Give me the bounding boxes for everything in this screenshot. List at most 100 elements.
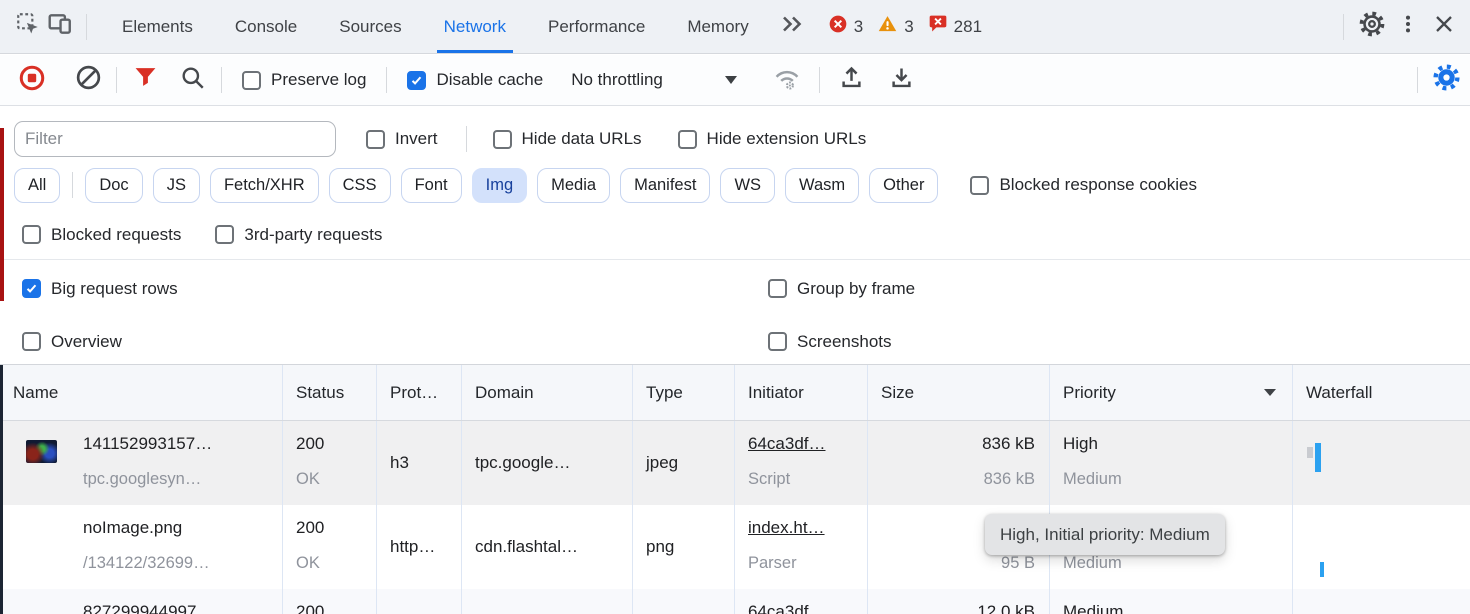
checkbox-unchecked	[678, 130, 697, 149]
errors-count: 3	[854, 17, 863, 37]
search-button[interactable]	[177, 64, 209, 96]
errors-badge[interactable]: 3	[828, 14, 863, 39]
filter-chip-all[interactable]: All	[14, 168, 60, 203]
export-har-button[interactable]	[886, 64, 918, 96]
filter-chip-wasm[interactable]: Wasm	[785, 168, 859, 203]
divider	[72, 172, 73, 198]
divider	[819, 67, 820, 93]
warnings-badge[interactable]: 3	[877, 14, 913, 39]
chevron-double-right-icon	[780, 12, 804, 41]
image-thumbnail	[26, 440, 57, 505]
divider	[86, 14, 87, 40]
checkbox-checked	[407, 71, 426, 90]
initiator-link[interactable]: 64ca3df	[748, 601, 867, 614]
blocked-requests-checkbox[interactable]: Blocked requests	[22, 225, 181, 245]
tab-network[interactable]: Network	[423, 0, 527, 53]
initiator-link[interactable]: index.ht…	[748, 517, 867, 539]
filter-chip-ws[interactable]: WS	[720, 168, 775, 203]
column-header-priority[interactable]: Priority	[1050, 365, 1293, 420]
close-devtools-button[interactable]	[1428, 11, 1460, 43]
status-text: OK	[296, 552, 376, 574]
initiator-kind: Parser	[748, 552, 867, 574]
column-header-type[interactable]: Type	[633, 365, 735, 420]
toggle-device-toolbar-button[interactable]	[44, 11, 76, 43]
big-request-rows-checkbox[interactable]: Big request rows	[22, 279, 178, 299]
download-icon	[888, 64, 915, 96]
settings-button[interactable]	[1356, 11, 1388, 43]
column-header-name[interactable]: Name	[0, 365, 283, 420]
throttling-select[interactable]: No throttling	[571, 70, 737, 90]
tab-performance[interactable]: Performance	[527, 0, 666, 53]
filter-chip-js[interactable]: JS	[153, 168, 200, 203]
blocked-response-cookies-checkbox[interactable]: Blocked response cookies	[970, 175, 1197, 195]
filter-chip-doc[interactable]: Doc	[85, 168, 142, 203]
group-by-frame-checkbox[interactable]: Group by frame	[768, 279, 915, 299]
column-header-status[interactable]: Status	[283, 365, 377, 420]
network-settings-button[interactable]	[1430, 64, 1462, 96]
domain: tpc.google…	[475, 453, 570, 473]
column-header-domain[interactable]: Domain	[462, 365, 633, 420]
column-header-initiator[interactable]: Initiator	[735, 365, 868, 420]
filter-chip-other[interactable]: Other	[869, 168, 938, 203]
initiator-link[interactable]: 64ca3df…	[748, 433, 867, 455]
issues-badge[interactable]: 281	[928, 14, 982, 39]
checkbox-unchecked	[22, 225, 41, 244]
blocked-requests-row: Blocked requests 3rd-party requests	[0, 210, 1470, 260]
filter-chip-img[interactable]: Img	[472, 168, 528, 203]
table-row[interactable]: noImage.png /134122/32699… 200 OK http… …	[0, 505, 1470, 589]
chevron-down-icon	[725, 76, 737, 84]
third-party-requests-checkbox[interactable]: 3rd-party requests	[215, 225, 382, 245]
settings-row-2: Overview Screenshots	[0, 315, 1470, 368]
image-thumbnail-empty	[26, 524, 57, 589]
tab-sources[interactable]: Sources	[318, 0, 422, 53]
record-stop-icon	[18, 64, 46, 97]
filter-input[interactable]	[14, 121, 336, 157]
screenshots-checkbox[interactable]: Screenshots	[768, 332, 892, 352]
status-badges: 3 3 281	[828, 14, 992, 39]
protocol: h3	[390, 453, 409, 473]
inspect-element-button[interactable]	[12, 11, 44, 43]
overview-checkbox[interactable]: Overview	[22, 332, 122, 352]
initial-priority: Medium	[1063, 552, 1292, 574]
hide-data-urls-checkbox[interactable]: Hide data URLs	[493, 129, 642, 149]
column-header-protocol[interactable]: Prot…	[377, 365, 462, 420]
table-row[interactable]: 827299944997 200 64ca3df 12.0 kB Medium	[0, 589, 1470, 614]
invert-checkbox[interactable]: Invert	[366, 129, 438, 149]
checkbox-checked	[22, 279, 41, 298]
filter-row: Invert Hide data URLs Hide extension URL…	[0, 117, 1470, 161]
table-left-edge	[0, 365, 3, 614]
preserve-log-checkbox[interactable]: Preserve log	[242, 70, 366, 90]
network-conditions-button[interactable]	[771, 64, 803, 96]
column-header-size[interactable]: Size	[868, 365, 1050, 420]
more-options-button[interactable]	[1392, 11, 1424, 43]
status-code: 200	[296, 601, 376, 614]
filter-chip-fetch-xhr[interactable]: Fetch/XHR	[210, 168, 319, 203]
column-header-waterfall[interactable]: Waterfall	[1293, 365, 1470, 420]
checkbox-unchecked	[768, 332, 787, 351]
filter-toggle-button[interactable]	[129, 64, 161, 96]
record-network-log-button[interactable]	[16, 64, 48, 96]
tab-memory[interactable]: Memory	[666, 0, 769, 53]
disable-cache-checkbox[interactable]: Disable cache	[407, 70, 543, 90]
more-tabs-button[interactable]	[776, 11, 808, 43]
initiator-kind: Script	[748, 468, 867, 490]
hide-extension-urls-checkbox[interactable]: Hide extension URLs	[678, 129, 867, 149]
tab-console[interactable]: Console	[214, 0, 318, 53]
filter-chip-media[interactable]: Media	[537, 168, 610, 203]
divider	[1417, 67, 1418, 93]
request-path: tpc.googlesyn…	[83, 468, 212, 490]
clear-network-log-button[interactable]	[72, 64, 104, 96]
filter-chip-font[interactable]: Font	[401, 168, 462, 203]
search-icon	[180, 65, 206, 96]
filter-chip-css[interactable]: CSS	[329, 168, 391, 203]
gear-icon-active	[1432, 63, 1461, 97]
import-har-button[interactable]	[836, 64, 868, 96]
tab-elements[interactable]: Elements	[101, 0, 214, 53]
tabbar-right-controls	[1335, 11, 1470, 43]
checkbox-unchecked	[768, 279, 787, 298]
settings-row-1: Big request rows Group by frame	[0, 262, 1470, 315]
filter-chip-manifest[interactable]: Manifest	[620, 168, 710, 203]
warnings-count: 3	[904, 17, 913, 37]
table-row[interactable]: 141152993157… tpc.googlesyn… 200 OK h3 t…	[0, 421, 1470, 505]
left-red-stripe	[0, 128, 4, 301]
